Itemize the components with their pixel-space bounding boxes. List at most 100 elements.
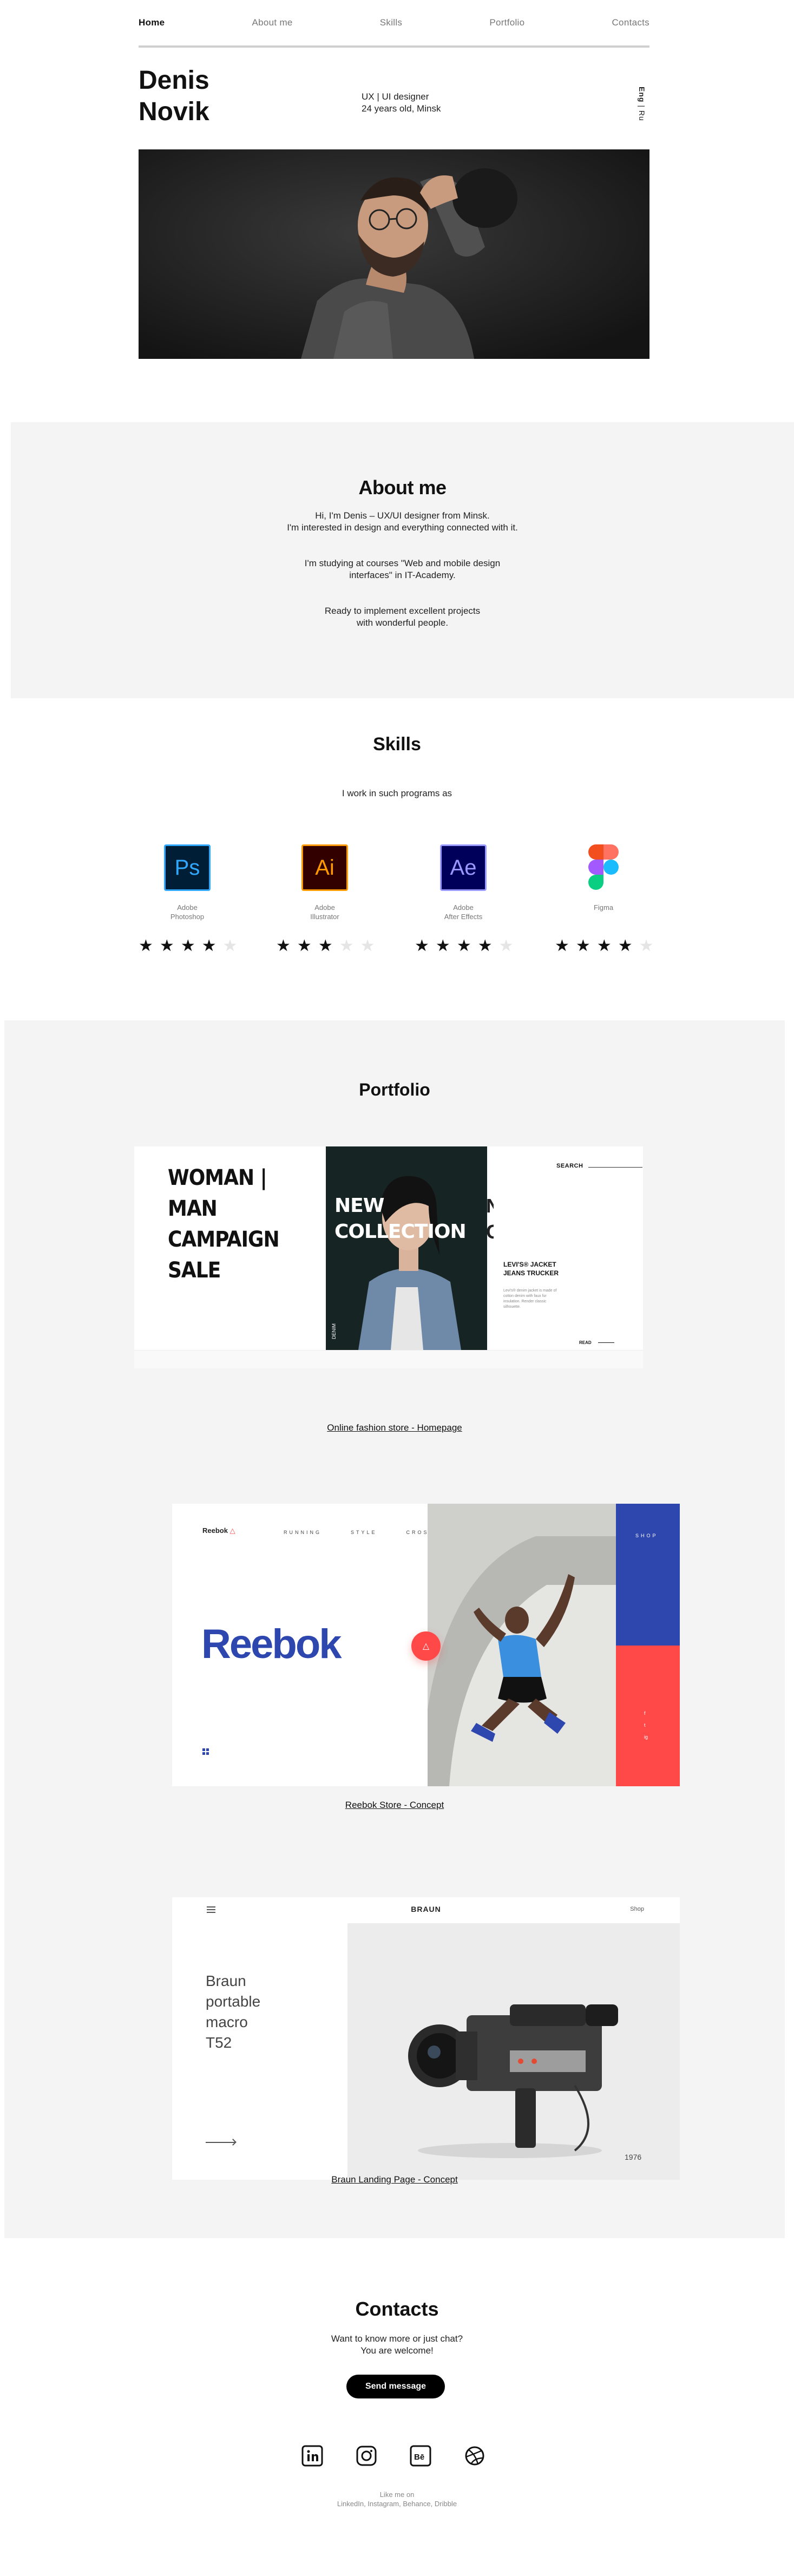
after-effects-icon: Ae [440,844,487,891]
fashion-headline: WOMAN | MAN CAMPAIGN SALE [168,1163,280,1286]
hero-role: UX | UI designer 24 years old, Minsk [362,91,441,115]
reebok-nav-style[interactable]: STYLE [351,1530,377,1535]
braun-title-line: macro [206,2014,248,2030]
star-filled-icon: ★ [415,937,436,955]
fashion-model-image [326,1146,487,1350]
skills-title: Skills [373,734,421,755]
star-empty-icon: ★ [360,937,382,955]
lang-ru[interactable]: Ru [638,110,646,121]
hero-last-name: Novik [139,97,209,126]
svg-text:Bē: Bē [414,2453,424,2462]
star-filled-icon: ★ [596,937,618,955]
reebok-nav-running[interactable]: RUNNING [284,1530,321,1535]
fashion-banner-image: NEW COLLECTION DENIM [326,1146,487,1350]
braun-title-line: portable [206,1993,261,2010]
athlete-image [428,1504,616,1786]
language-switcher: Eng | Ru [638,87,646,121]
project-reebok-preview[interactable]: Reebok △ RUNNING STYLE CROSSFIT Reebok [172,1504,680,1786]
photoshop-icon: Ps [164,844,211,891]
reebok-social-panel: f t ig [616,1646,680,1786]
behance-icon[interactable]: Bē [409,2444,432,2468]
fashion-read-label: READ [579,1340,592,1345]
lang-eng[interactable]: Eng [638,87,646,102]
fashion-search-label: SEARCH [556,1163,583,1169]
star-empty-icon: ★ [222,937,244,955]
skills-subtitle: I work in such programs as [342,788,452,798]
fashion-headline-line: SALE [168,1258,221,1283]
nav-home[interactable]: Home [139,17,165,28]
send-message-button[interactable]: Send message [346,2375,445,2398]
about-paragraph-2: I'm studying at courses "Web and mobile … [304,558,501,580]
star-filled-icon: ★ [575,937,597,955]
reebok-shop-panel[interactable]: SHOP [616,1504,680,1646]
star-filled-icon: ★ [159,937,181,955]
star-filled-icon: ★ [201,937,223,955]
skill-name-line1: Adobe [453,903,474,912]
fashion-banner-title: NEW COLLECTION [334,1195,467,1243]
braun-title-line: T52 [206,2034,232,2051]
follow-text: Like me on LinkedIn, Instagram, Behance,… [0,2490,794,2508]
project-fashion-caption[interactable]: Online fashion store - Homepage [4,1423,785,1433]
reebok-big-logo: Reebok [201,1621,342,1667]
project-fashion-store-preview[interactable]: WOMAN | MAN CAMPAIGN SALE NEW COLLECTION… [134,1146,643,1368]
lang-separator: | [638,102,646,110]
linkedin-icon[interactable] [300,2444,324,2468]
skill-rating: ★★★★★ [276,936,375,955]
reebok-social-links: f t ig [644,1710,648,1740]
dribbble-icon[interactable] [463,2444,487,2468]
reebok-action-button[interactable]: △ [411,1631,441,1661]
arrow-right-icon [598,1342,614,1343]
reebok-shop-label: SHOP [635,1533,658,1538]
star-filled-icon: ★ [297,937,318,955]
skill-rating: ★★★★★ [555,936,654,955]
twitter-icon[interactable]: t [644,1722,648,1728]
skill-name-line2: Photoshop [170,913,205,921]
braun-shop-link[interactable]: Shop [630,1906,644,1912]
nav-portfolio[interactable]: Portfolio [489,17,524,28]
about-p1-line1: Hi, I'm Denis – UX/UI designer from Mins… [315,510,490,521]
reebok-nav: RUNNING STYLE CROSSFIT [284,1530,448,1535]
star-filled-icon: ★ [477,937,499,955]
nav-about-me[interactable]: About me [252,17,293,28]
about-paragraph-1: Hi, I'm Denis – UX/UI designer from Mins… [11,510,794,534]
nav-skills[interactable]: Skills [380,17,402,28]
top-navigation: Home About me Skills Portfolio Contacts [139,0,649,48]
follow-line-2: LinkedIn, Instagram, Behance, Dribble [337,2500,457,2508]
skill-name: Adobe After Effects [415,903,512,925]
star-filled-icon: ★ [618,937,639,955]
fashion-search[interactable]: SEARCH [556,1163,643,1169]
skill-photoshop: Ps Adobe Photoshop ★★★★★ [139,844,238,955]
star-filled-icon: ★ [276,937,297,955]
grid-menu-icon[interactable] [202,1748,209,1755]
project-reebok-caption[interactable]: Reebok Store - Concept [4,1800,785,1811]
instagram-icon[interactable] [355,2444,378,2468]
contacts-line-2: You are welcome! [360,2345,434,2356]
facebook-icon[interactable]: f [644,1710,648,1716]
figma-icon [580,844,627,891]
project-braun-preview[interactable]: BRAUN Shop Braun portable macro T52 1976 [172,1897,680,2180]
skill-illustrator: Ai Adobe Illustrator ★★★★★ [276,844,375,955]
fashion-footer-strip [134,1350,643,1368]
star-filled-icon: ★ [318,937,339,955]
instagram-icon[interactable]: ig [644,1734,648,1740]
star-empty-icon: ★ [498,937,520,955]
fashion-read-link[interactable]: READ [579,1340,614,1345]
hero-role-details: 24 years old, Minsk [362,103,441,114]
delta-logo-icon: △ [422,1642,430,1651]
reebok-small-logo: Reebok △ [202,1526,235,1535]
contacts-title: Contacts [355,2298,439,2320]
braun-header: BRAUN Shop [172,1897,680,1923]
skill-name-line1: Adobe [177,903,198,912]
fashion-next-slide: NC [487,1146,494,1350]
fashion-product-title: LEVI'S® JACKET JEANS TRUCKER [503,1261,559,1277]
braun-logo: BRAUN [411,1905,441,1913]
arrow-right-icon[interactable] [206,2139,237,2146]
reebok-delta-icon: △ [229,1526,235,1535]
skill-name: Adobe Photoshop [139,903,236,925]
contacts-text: Want to know more or just chat? You are … [0,2333,794,2357]
fashion-product-desc: Levi's® denim jacket is made of cotton d… [503,1289,557,1309]
reebok-athlete-image [428,1504,616,1786]
project-braun-caption[interactable]: Braun Landing Page - Concept [4,2174,785,2185]
nav-contacts[interactable]: Contacts [612,17,649,28]
skill-after-effects: Ae Adobe After Effects ★★★★★ [415,844,514,955]
